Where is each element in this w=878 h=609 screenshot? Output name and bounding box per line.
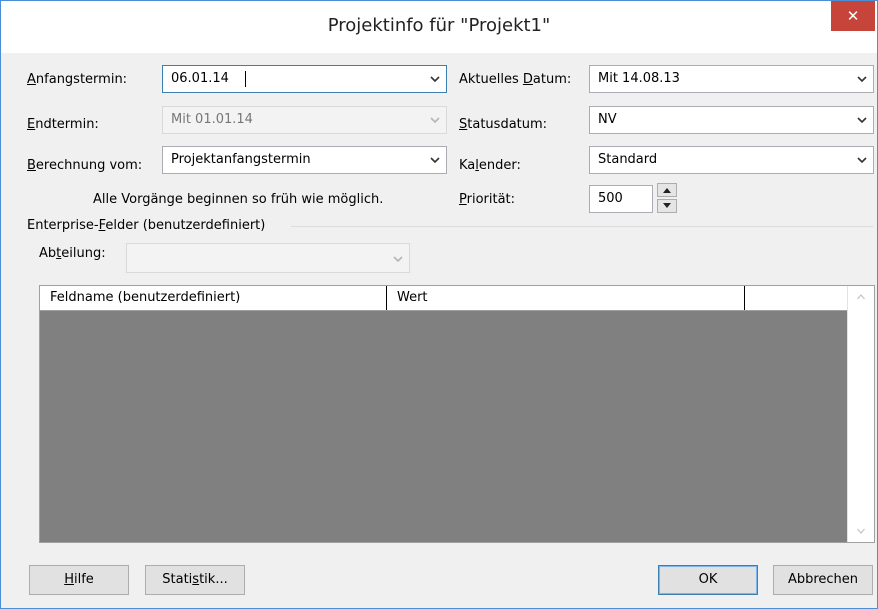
calculate-from-value: Projektanfangstermin [171,152,311,167]
chevron-down-icon [393,256,403,263]
column-header-fieldname[interactable]: Feldname (benutzerdefiniert) [40,286,387,310]
start-date-value: 06.01.14 [171,71,229,86]
department-combo [126,243,410,273]
project-info-dialog: Projektinfo für "Projekt1" ✕ Anfangsterm… [0,0,878,609]
help-button[interactable]: Hilfe [29,565,129,595]
calendar-label: Kalender: [459,158,521,173]
priority-value: 500 [598,191,623,206]
close-button[interactable]: ✕ [831,1,875,31]
chevron-down-icon[interactable] [857,156,867,164]
scroll-up-icon[interactable] [857,294,865,300]
start-date-combo[interactable]: 06.01.14 [162,65,447,93]
priority-stepper[interactable] [657,183,679,214]
close-icon: ✕ [846,7,860,25]
scheduling-info-text: Alle Vorgänge beginnen so früh wie mögli… [93,192,384,207]
vertical-scrollbar[interactable] [847,286,874,542]
custom-fields-grid[interactable]: Feldname (benutzerdefiniert) Wert [39,285,875,543]
title-bar: Projektinfo für "Projekt1" ✕ [1,1,877,53]
chevron-down-icon[interactable] [857,116,867,124]
chevron-down-icon [430,117,440,124]
department-label: Abteilung: [39,246,106,261]
priority-decrement-button[interactable] [657,199,677,213]
end-date-value: Mit 01.01.14 [171,112,253,127]
calculate-from-label: Berechnung vom: [27,158,143,173]
dialog-title: Projektinfo für "Projekt1" [327,15,551,36]
group-divider [291,226,873,227]
status-date-label: Statusdatum: [459,117,548,132]
status-date-combo[interactable]: NV [589,106,874,134]
chevron-down-icon[interactable] [430,156,440,164]
end-date-label: Endtermin: [27,117,99,132]
priority-input[interactable]: 500 [589,185,653,213]
chevron-down-icon[interactable] [857,75,867,83]
grid-body[interactable] [40,311,848,542]
status-date-value: NV [598,112,617,127]
text-caret [245,71,246,87]
scroll-down-icon[interactable] [857,528,865,534]
calculate-from-combo[interactable]: Projektanfangstermin [162,146,447,174]
current-date-combo[interactable]: Mit 14.08.13 [589,65,874,93]
ok-button[interactable]: OK [658,565,758,595]
enterprise-fields-group-label: Enterprise-Felder (benutzerdefiniert) [27,218,266,233]
end-date-combo: Mit 01.01.14 [162,106,447,134]
priority-label: Priorität: [459,192,516,207]
current-date-label: Aktuelles Datum: [459,72,572,87]
calendar-value: Standard [598,152,658,167]
triangle-down-icon [663,203,671,208]
grid-header: Feldname (benutzerdefiniert) Wert [40,286,848,311]
triangle-up-icon [663,188,671,193]
priority-increment-button[interactable] [657,183,677,197]
cancel-button[interactable]: Abbrechen [773,565,873,595]
start-date-label: Anfangstermin: [27,72,128,87]
current-date-value: Mit 14.08.13 [598,71,680,86]
chevron-down-icon[interactable] [430,75,440,83]
calendar-combo[interactable]: Standard [589,146,874,174]
column-header-value[interactable]: Wert [387,286,745,310]
statistics-button[interactable]: Statistik... [145,565,245,595]
